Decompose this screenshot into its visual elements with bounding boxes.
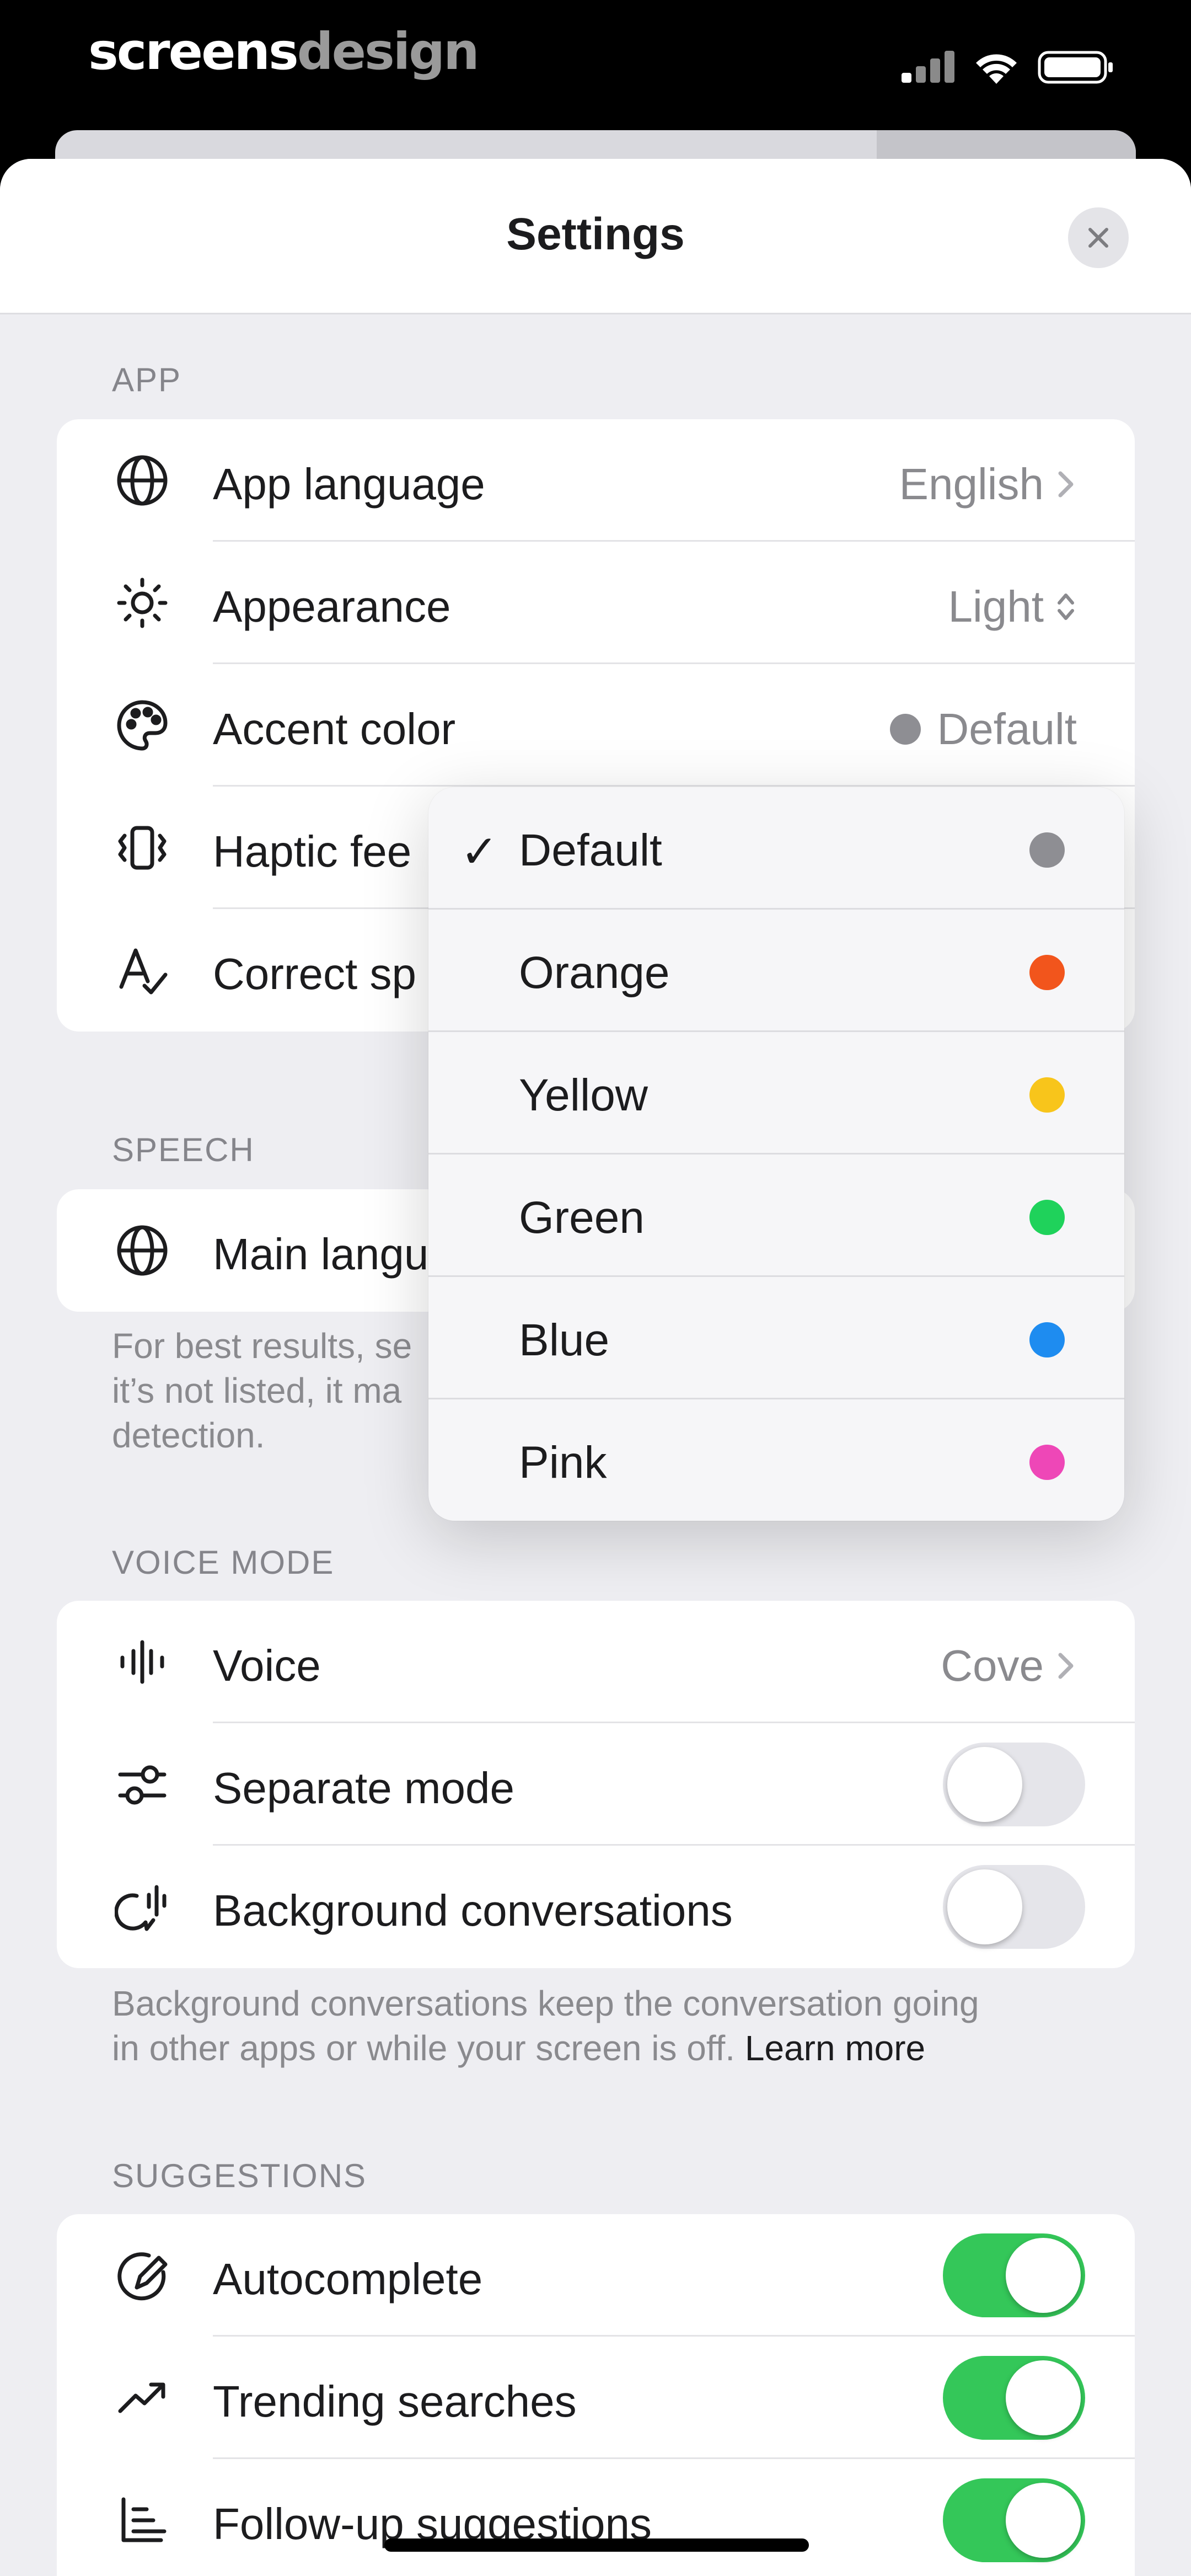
row-value: Default: [889, 704, 1077, 755]
close-button[interactable]: [1068, 207, 1129, 268]
speech-footnote: For best results, se it’s not listed, it…: [112, 1326, 412, 1455]
section-label-voice-mode: VOICE MODE: [112, 1544, 335, 1581]
menu-item-label: Default: [519, 825, 662, 875]
menu-item-green[interactable]: Green: [428, 1155, 1124, 1277]
chevron-updown-icon: [1058, 594, 1074, 620]
color-swatch: [1029, 832, 1065, 868]
color-swatch: [1029, 1322, 1065, 1358]
trending-icon: [118, 2382, 165, 2413]
autocomplete-row: Autocomplete: [57, 2214, 1135, 2337]
row-value: Cove: [941, 1640, 1077, 1691]
background-voice-icon: [115, 1885, 167, 1931]
section-label-speech: SPEECH: [112, 1131, 255, 1168]
menu-item-label: Pink: [519, 1437, 607, 1488]
chevron-right-icon: [1058, 471, 1074, 498]
haptic-icon: [118, 826, 167, 870]
sliders-icon: [118, 1765, 167, 1805]
section-label-suggestions: SUGGESTIONS: [112, 2157, 367, 2194]
status-bar: screensdesign: [0, 0, 1191, 132]
row-label: Appearance: [213, 582, 451, 631]
background-conversations-row: Background conversations: [57, 1846, 1135, 1968]
sheet-header: Settings: [0, 159, 1191, 314]
menu-item-default[interactable]: ✓ Default: [428, 787, 1124, 910]
trending-searches-row: Trending searches: [57, 2337, 1135, 2459]
follow-up-suggestions-row: Follow-up suggestions: [57, 2459, 1135, 2576]
menu-item-label: Yellow: [519, 1070, 648, 1120]
separate-mode-toggle[interactable]: [943, 1743, 1085, 1826]
accent-dot: [889, 714, 921, 745]
home-indicator: [384, 2538, 809, 2552]
menu-item-label: Orange: [519, 948, 670, 998]
row-value: Light: [948, 581, 1077, 632]
row-label: Background conversations: [213, 1886, 733, 1935]
color-swatch: [1029, 1445, 1065, 1480]
menu-item-label: Blue: [519, 1315, 610, 1365]
followup-icon: [121, 2497, 167, 2542]
color-swatch: [1029, 1200, 1065, 1235]
spellcheck-icon: [119, 948, 168, 995]
separate-mode-row: Separate mode: [57, 1723, 1135, 1846]
app-language-row[interactable]: App language English: [57, 419, 1135, 542]
close-icon: [1088, 228, 1108, 248]
row-label: Trending searches: [213, 2377, 577, 2426]
globe-icon: [117, 455, 168, 506]
menu-item-label: Green: [519, 1193, 645, 1243]
learn-more-link[interactable]: Learn more: [745, 2028, 925, 2068]
section-label-app: APP: [112, 361, 182, 398]
row-label: Main langu: [213, 1230, 429, 1279]
page-title: Settings: [506, 209, 685, 259]
trending-searches-toggle[interactable]: [943, 2356, 1085, 2440]
checkmark-icon: ✓: [460, 827, 498, 877]
globe-icon: [117, 1225, 168, 1276]
row-label: Autocomplete: [213, 2254, 483, 2304]
row-label: App language: [213, 459, 485, 509]
voice-row[interactable]: Voice Cove: [57, 1601, 1135, 1723]
signal-icon: [902, 51, 957, 83]
row-label: Haptic fee: [213, 827, 412, 876]
row-label: Voice: [213, 1641, 321, 1690]
row-value: English: [899, 459, 1077, 510]
voice-footnote: Background conversations keep the conver…: [112, 1984, 979, 2068]
suggestions-settings-card: Autocomplete Trending searches Follow-up…: [57, 2214, 1135, 2576]
menu-item-pink[interactable]: Pink: [428, 1399, 1124, 1521]
wifi-icon: [976, 54, 1017, 84]
row-label: Correct sp: [213, 949, 416, 998]
row-label: Separate mode: [213, 1763, 515, 1813]
follow-up-suggestions-toggle[interactable]: [943, 2478, 1085, 2562]
accent-color-row[interactable]: Accent color Default: [57, 664, 1135, 787]
battery-icon: [1038, 51, 1113, 84]
background-conversations-toggle[interactable]: [943, 1865, 1085, 1949]
chevron-right-icon: [1058, 1653, 1074, 1679]
menu-item-yellow[interactable]: Yellow: [428, 1032, 1124, 1155]
accent-color-menu: ✓ Default Orange Yellow Green Blue Pink: [428, 787, 1124, 1521]
brand-logo: screensdesign: [88, 22, 480, 81]
row-label: Accent color: [213, 704, 456, 753]
autocomplete-toggle[interactable]: [943, 2233, 1085, 2317]
sun-icon: [117, 578, 168, 628]
menu-item-blue[interactable]: Blue: [428, 1277, 1124, 1399]
autocomplete-icon: [117, 2252, 168, 2301]
palette-icon: [117, 700, 168, 751]
appearance-row[interactable]: Appearance Light: [57, 542, 1135, 664]
color-swatch: [1029, 955, 1065, 990]
voice-settings-card: Voice Cove Separate mode Background conv…: [57, 1601, 1135, 1968]
menu-item-orange[interactable]: Orange: [428, 910, 1124, 1032]
waveform-icon: [120, 1640, 164, 1684]
color-swatch: [1029, 1077, 1065, 1113]
